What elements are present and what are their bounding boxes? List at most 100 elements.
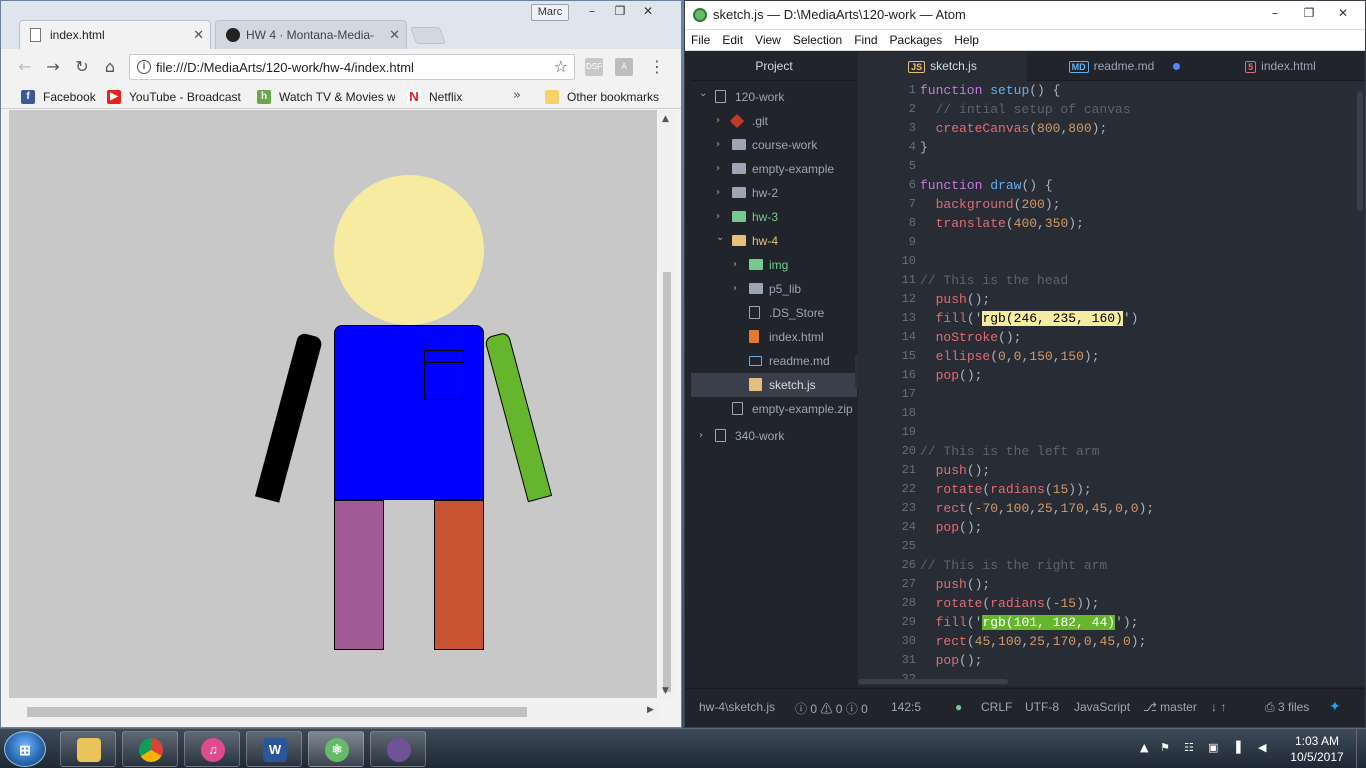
code-line[interactable]: fill('rgb(246, 235, 160)') <box>920 309 1138 328</box>
taskbar-itunes[interactable]: ♫ <box>184 731 240 767</box>
scroll-up-icon[interactable]: ▲ <box>662 114 669 124</box>
code-line[interactable]: push(); <box>920 461 991 480</box>
close-tab-icon[interactable]: ✕ <box>389 21 400 49</box>
file-encoding[interactable]: UTF-8 <box>1025 700 1059 714</box>
chrome-titlebar[interactable]: Marc – ❐ ✕ index.html ✕ HW 4 · Montana-M… <box>1 1 681 49</box>
code-line[interactable]: rect(-70,100,25,170,45,0,0); <box>920 499 1155 518</box>
editor-tab-readme[interactable]: MD readme.md <box>1027 52 1196 81</box>
editor-tab-sketch-js[interactable]: JS sketch.js <box>858 52 1027 81</box>
chevron-right-icon[interactable]: › <box>716 109 726 133</box>
tree-item--ds-store[interactable]: .DS_Store <box>691 301 857 325</box>
vertical-scrollbar[interactable]: ▲ ▼ <box>659 110 675 700</box>
menu-edit[interactable]: Edit <box>716 30 749 50</box>
line-ending[interactable]: CRLF <box>981 700 1012 714</box>
tree-item-hw-2[interactable]: › hw-2 <box>691 181 857 205</box>
chrome-menu-icon[interactable]: ⋮ <box>647 57 667 77</box>
code-line[interactable]: rect(45,100,25,170,0,45,0); <box>920 632 1147 651</box>
scrollbar-thumb[interactable] <box>27 707 527 717</box>
code-line[interactable]: // This is the right arm <box>920 556 1107 575</box>
git-fetch-icons[interactable]: ↓ ↑ <box>1211 700 1226 714</box>
more-bookmarks-icon[interactable]: » <box>513 88 521 103</box>
code-line[interactable]: rotate(radians(-15)); <box>920 594 1100 613</box>
bookmark-star-icon[interactable]: ☆ <box>554 57 568 76</box>
taskbar-chrome[interactable] <box>122 731 178 767</box>
linter-status[interactable]: ⓘ 0 ⚠ 0 ⓘ 0 <box>795 700 868 717</box>
tree-item-empty-example[interactable]: › empty-example <box>691 157 857 181</box>
chevron-down-icon[interactable]: ⌄ <box>699 82 709 106</box>
minimize-button[interactable]: – <box>579 3 605 21</box>
cursor-position[interactable]: 142:5 <box>891 700 921 714</box>
code-line[interactable]: pop(); <box>920 366 983 385</box>
maximize-button[interactable]: ❐ <box>1293 5 1325 23</box>
taskbar-file-explorer[interactable] <box>60 731 116 767</box>
code-line[interactable]: function setup() { <box>920 81 1060 100</box>
extension-icon[interactable]: DSF <box>585 58 603 76</box>
info-icon[interactable]: i <box>137 60 151 74</box>
volume-icon[interactable]: ◀ <box>1258 741 1266 754</box>
taskbar-clock[interactable]: 1:03 AM 10/5/2017 <box>1286 733 1348 765</box>
code-line[interactable]: ellipse(0,0,150,150); <box>920 347 1100 366</box>
changed-files[interactable]: ⎙ 3 files <box>1265 700 1309 715</box>
chevron-right-icon[interactable]: › <box>733 277 743 301</box>
profile-chip[interactable]: Marc <box>531 4 569 21</box>
code-line[interactable]: rotate(radians(15)); <box>920 480 1092 499</box>
forward-arrow-icon[interactable]: → <box>43 57 63 77</box>
maximize-button[interactable]: ❐ <box>607 3 633 21</box>
tree-item-empty-example-zip[interactable]: empty-example.zip <box>691 397 857 421</box>
bookmark-netflix[interactable]: N Netflix <box>407 88 477 106</box>
chevron-right-icon[interactable]: › <box>733 253 743 277</box>
code-line[interactable]: fill('rgb(101, 182, 44)'); <box>920 613 1138 632</box>
close-tab-icon[interactable]: ✕ <box>193 21 204 49</box>
editor-hscroll-thumb[interactable] <box>858 679 1008 684</box>
menu-file[interactable]: File <box>685 30 716 50</box>
network-sharing-icon[interactable]: ☷ <box>1184 741 1194 754</box>
minimize-button[interactable]: – <box>1259 5 1291 23</box>
code-line[interactable]: // intial setup of canvas <box>920 100 1131 119</box>
code-line[interactable]: pop(); <box>920 518 983 537</box>
code-line[interactable]: function draw() { <box>920 176 1053 195</box>
tree-item-sketch-js[interactable]: sketch.js <box>691 373 857 397</box>
menu-find[interactable]: Find <box>848 30 883 50</box>
chevron-down-icon[interactable]: ⌄ <box>716 226 726 250</box>
other-bookmarks[interactable]: Other bookmarks <box>545 88 675 106</box>
editor-scrollbar-thumb[interactable] <box>1357 91 1363 211</box>
code-line[interactable]: // This is the head <box>920 271 1068 290</box>
tree-item-index-html[interactable]: index.html <box>691 325 857 349</box>
chevron-right-icon[interactable]: › <box>716 157 726 181</box>
close-button[interactable]: ✕ <box>635 3 661 21</box>
status-file-path[interactable]: hw-4\sketch.js <box>699 700 775 714</box>
address-bar[interactable]: i ☆ <box>129 54 575 80</box>
chevron-right-icon[interactable]: › <box>716 181 726 205</box>
tree-item--git[interactable]: › .git <box>691 109 857 133</box>
signal-icon[interactable]: ▐ <box>1232 741 1240 754</box>
menu-view[interactable]: View <box>749 30 787 50</box>
show-desktop-button[interactable] <box>1356 729 1366 768</box>
code-line[interactable]: } <box>920 138 928 157</box>
code-line[interactable]: push(); <box>920 575 991 594</box>
scroll-down-icon[interactable]: ▼ <box>662 686 669 696</box>
start-button[interactable]: ⊞ <box>4 731 46 767</box>
chevron-right-icon[interactable]: › <box>699 424 709 448</box>
scroll-right-icon[interactable]: ▶ <box>647 705 654 715</box>
menu-packages[interactable]: Packages <box>884 30 949 50</box>
menu-help[interactable]: Help <box>948 30 985 50</box>
grammar-selector[interactable]: JavaScript <box>1074 700 1130 714</box>
device-icon[interactable]: ▣ <box>1208 741 1218 754</box>
scrollbar-thumb[interactable] <box>663 272 671 692</box>
tree-item-readme-md[interactable]: readme.md <box>691 349 857 373</box>
code-line[interactable]: push(); <box>920 290 991 309</box>
url-input[interactable] <box>156 58 546 77</box>
home-icon[interactable]: ⌂ <box>100 57 120 77</box>
bookmark-hulu[interactable]: h Watch TV & Movies w <box>257 88 395 106</box>
reload-icon[interactable]: ↻ <box>72 57 92 77</box>
close-button[interactable]: ✕ <box>1327 5 1359 23</box>
tree-item-course-work[interactable]: › course-work <box>691 133 857 157</box>
action-center-flag-icon[interactable]: ⚑ <box>1160 741 1170 754</box>
tray-overflow-icon[interactable]: ▲ <box>1140 741 1148 754</box>
horizontal-scrollbar[interactable]: ▶ <box>9 703 659 721</box>
atom-titlebar[interactable]: sketch.js — D:\MediaArts\120-work — Atom… <box>685 1 1365 30</box>
code-line[interactable]: noStroke(); <box>920 328 1022 347</box>
code-editor[interactable]: 1 2 3 4 5 6 7 8 9 10 11 12 13 14 15 16 17 18 19 20 21 22 23 24 2… <box>858 81 1365 686</box>
code-line[interactable]: pop(); <box>920 651 983 670</box>
bookmark-facebook[interactable]: f Facebook <box>21 88 101 106</box>
